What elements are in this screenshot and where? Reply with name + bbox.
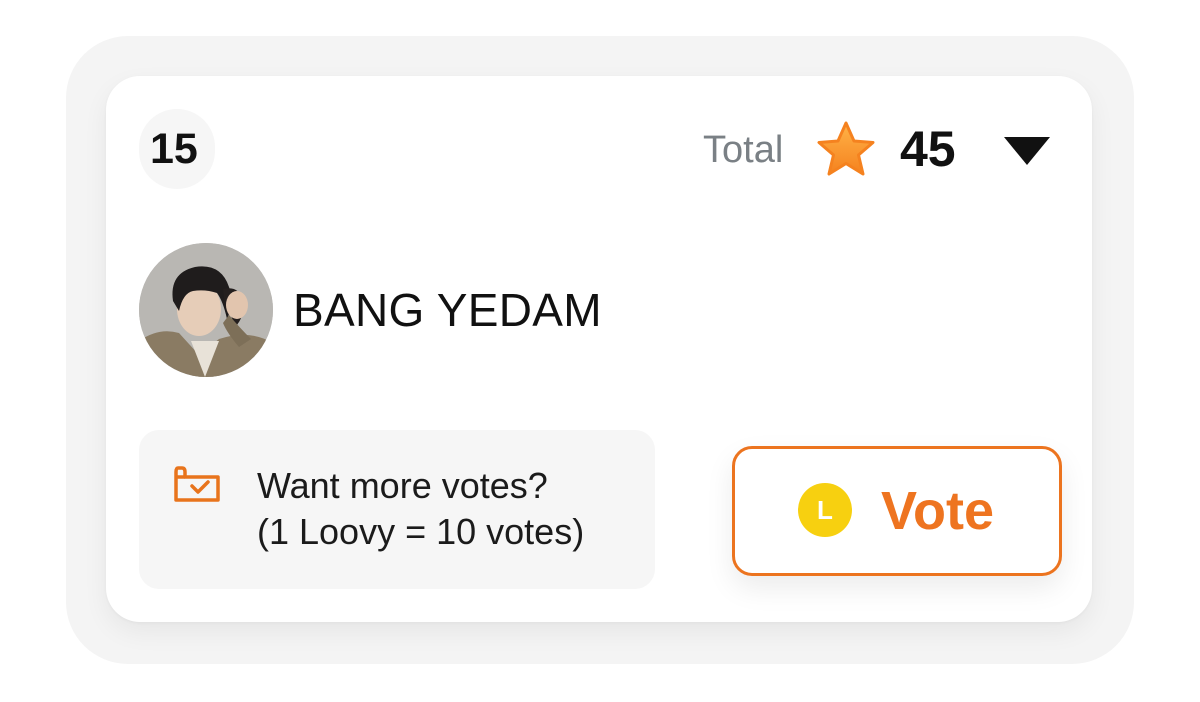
loovy-coin-icon: L <box>798 483 852 537</box>
star-icon <box>817 121 875 176</box>
artist-avatar <box>139 243 273 377</box>
vote-button[interactable]: L Vote <box>732 446 1062 576</box>
caret-down-icon[interactable] <box>1001 134 1053 168</box>
get-more-votes-banner[interactable]: Want more votes? (1 Loovy = 10 votes) <box>139 430 655 589</box>
promo-rate: (1 Loovy = 10 votes) <box>257 511 585 552</box>
ticket-check-icon <box>174 466 220 502</box>
artist-name: BANG YEDAM <box>293 284 602 336</box>
rank-number: 15 <box>150 125 198 173</box>
promo-headline: Want more votes? <box>257 465 548 506</box>
total-vote-count: 45 <box>900 121 956 177</box>
avatar-portrait <box>139 243 273 377</box>
vote-button-label: Vote <box>881 481 995 541</box>
total-label: Total <box>703 129 784 171</box>
vote-card: 15 Total 45 BANG YEDAM Want more votes? … <box>106 76 1092 622</box>
coin-letter: L <box>817 495 833 525</box>
